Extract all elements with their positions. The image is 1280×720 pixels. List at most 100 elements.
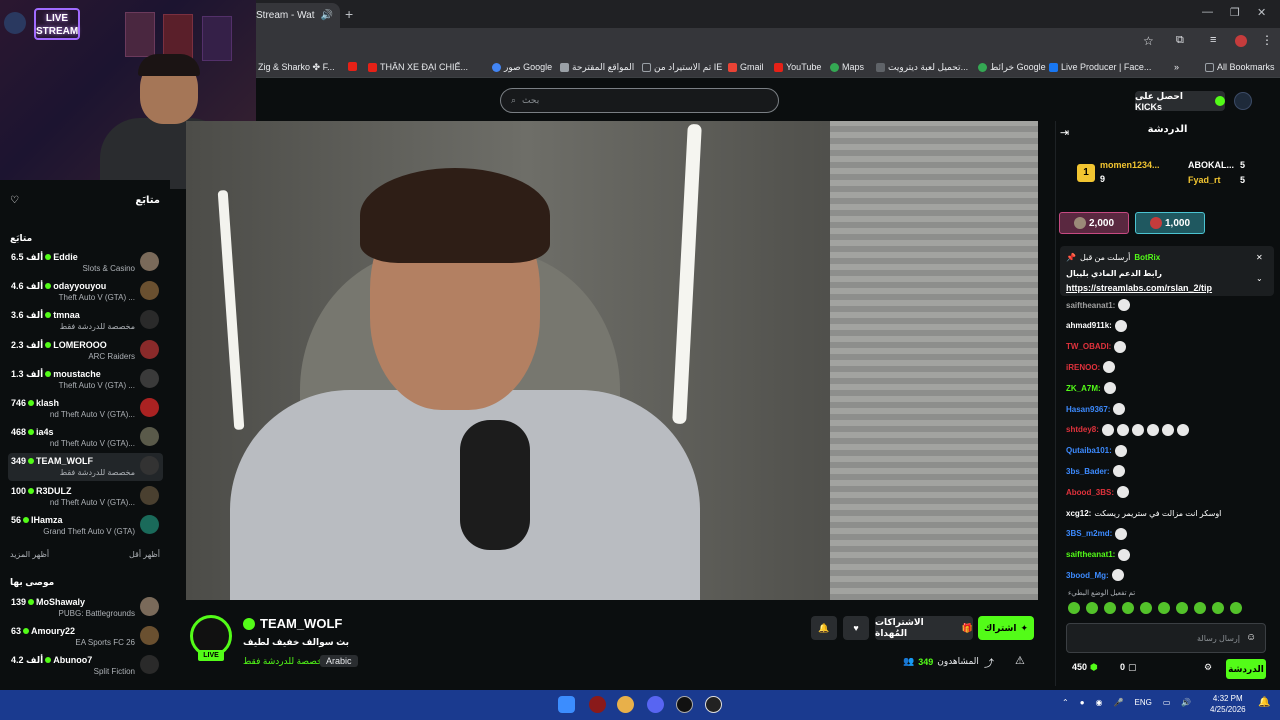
chat-username[interactable]: 3bood_Mg: bbox=[1066, 571, 1109, 580]
chat-username[interactable]: ahmad911k: bbox=[1066, 321, 1112, 330]
points-balance[interactable]: 450 ⬢ bbox=[1072, 662, 1098, 673]
emote-icon[interactable] bbox=[1194, 602, 1206, 614]
sidebar-channel-row[interactable]: 100 R3DULZ nd Theft Auto V (GTA)... bbox=[8, 483, 163, 511]
gift-subs-button[interactable]: الاشتراكات المُهداة 🎁 bbox=[875, 616, 973, 640]
sidebar-channel-row[interactable]: 56 IHamza Grand Theft Auto V (GTA) bbox=[8, 512, 163, 540]
mic-icon[interactable]: 🎤 bbox=[1114, 698, 1124, 707]
emote-icon[interactable] bbox=[1122, 602, 1134, 614]
chat-username[interactable]: 3bs_Bader: bbox=[1066, 467, 1110, 476]
bookmark-item[interactable]: Live Producer | Face... bbox=[1049, 62, 1151, 72]
sidebar-channel-row[interactable]: 468 ia4s nd Theft Auto V (GTA)... bbox=[8, 424, 163, 452]
chat-input[interactable]: إرسال رسالة bbox=[1066, 623, 1266, 653]
unpin-icon[interactable]: ✕ bbox=[1256, 253, 1263, 262]
sidebar-channel-row[interactable]: 139 MoShawaly PUBG: Battlegrounds bbox=[8, 594, 163, 622]
chevron-up-icon[interactable]: ⌃ bbox=[1062, 698, 1069, 707]
tray-app-icon[interactable]: ● bbox=[1080, 698, 1085, 707]
channel-name[interactable]: TEAM_WOLF bbox=[243, 616, 342, 631]
clock[interactable]: 4:32 PM 4/25/2026 bbox=[1210, 693, 1246, 715]
chat-username[interactable]: Hasan9367: bbox=[1066, 405, 1110, 414]
emoji-picker-icon[interactable]: ☺ bbox=[1246, 632, 1256, 643]
chrome-icon[interactable] bbox=[617, 696, 634, 713]
heart-icon[interactable]: ♡ bbox=[10, 195, 19, 206]
pinned-message[interactable]: 📌 أرسلت من قبل BotRix رابط الدعم المادي … bbox=[1060, 246, 1274, 296]
sidebar-channel-row[interactable]: 2.3 ألف LOMEROOO ARC Raiders bbox=[8, 337, 163, 365]
follow-heart-button[interactable]: ♥ bbox=[843, 616, 869, 640]
kicks-tier-2[interactable]: 1,000 bbox=[1135, 212, 1205, 234]
report-icon[interactable]: ⚠ bbox=[1015, 654, 1025, 667]
language-tag[interactable]: Arabic bbox=[320, 655, 358, 667]
close-window-icon[interactable]: ✕ bbox=[1257, 6, 1266, 19]
bookmark-item[interactable]: YouTube bbox=[774, 62, 821, 72]
share-icon[interactable]: ⤴ bbox=[984, 655, 994, 670]
bookmark-item[interactable]: تحميل لعبة ديترويت... bbox=[876, 62, 968, 73]
app-icon[interactable] bbox=[705, 696, 722, 713]
browser-tab[interactable]: Stream - Wat 🔊 ✕ bbox=[248, 3, 340, 28]
sidebar-channel-row[interactable]: 3.6 ألف tmnaa مخصصة للدردشة فقط bbox=[8, 307, 163, 335]
chat-username[interactable]: saiftheanat1: bbox=[1066, 301, 1115, 310]
bookmark-item[interactable]: صور Google bbox=[492, 62, 552, 73]
sidebar-channel-row[interactable]: 6.5 ألف Eddie Slots & Casino bbox=[8, 249, 163, 277]
chat-username[interactable]: 3BS_m2md: bbox=[1066, 529, 1112, 538]
bookmark-item[interactable]: Maps bbox=[830, 62, 864, 72]
chat-username[interactable]: saiftheanat1: bbox=[1066, 550, 1115, 559]
search-input[interactable]: ⌕ بحث bbox=[500, 88, 779, 113]
emote-icon[interactable] bbox=[1230, 602, 1242, 614]
kicks-tier-1[interactable]: 2,000 bbox=[1059, 212, 1129, 234]
emote-icon[interactable] bbox=[1140, 602, 1152, 614]
media-control-icon[interactable]: ≡ bbox=[1210, 34, 1216, 46]
sidebar-channel-row[interactable]: 349 TEAM_WOLF مخصصة للدردشة فقط bbox=[8, 453, 163, 482]
show-more-link[interactable]: أظهر المزيد bbox=[10, 550, 49, 559]
emote-icon[interactable] bbox=[1158, 602, 1170, 614]
menu-kebab-icon[interactable]: ⋮ bbox=[1261, 33, 1273, 47]
notification-bell-icon[interactable]: 🔔 bbox=[1258, 697, 1270, 708]
bookmark-item[interactable]: المواقع المقترحة bbox=[560, 62, 634, 73]
user-avatar[interactable] bbox=[1234, 92, 1252, 110]
bookmark-item[interactable]: Gmail bbox=[728, 62, 764, 72]
bookmark-item[interactable]: THĂN XE ĐẠI CHIẾ... bbox=[368, 62, 468, 72]
sidebar-channel-row[interactable]: 4.2 ألف Abunoo7 Split Fiction bbox=[8, 652, 163, 680]
chat-username[interactable]: TW_OBADI: bbox=[1066, 342, 1111, 351]
volume-icon[interactable]: 🔊 bbox=[1181, 698, 1191, 707]
restore-icon[interactable]: ❐ bbox=[1230, 6, 1240, 19]
bookmark-item[interactable] bbox=[348, 62, 357, 71]
chat-username[interactable]: Qutaiba101: bbox=[1066, 446, 1112, 455]
bookmark-item[interactable]: تم الاستيراد من IE bbox=[642, 62, 722, 73]
chat-username[interactable]: shtdey8: bbox=[1066, 425, 1099, 434]
tray-app-icon[interactable]: ◉ bbox=[1096, 698, 1103, 707]
discord-icon[interactable] bbox=[647, 696, 664, 713]
collapse-chat-icon[interactable]: ⇥ bbox=[1060, 126, 1069, 139]
settings-icon[interactable]: ⚙ bbox=[1204, 662, 1212, 673]
bookmark-star-icon[interactable]: ☆ bbox=[1143, 34, 1154, 48]
subscribe-button[interactable]: اشتراك ✦ bbox=[978, 616, 1034, 640]
emote-icon[interactable] bbox=[1068, 602, 1080, 614]
sidebar-channel-row[interactable]: 4.6 ألف odayyouyou Theft Auto V (GTA) ... bbox=[8, 278, 163, 306]
notification-bell-button[interactable]: 🔔 bbox=[811, 616, 837, 640]
kicks-balance[interactable]: 0 ▢ bbox=[1120, 662, 1137, 673]
new-tab-button[interactable]: + bbox=[345, 6, 353, 22]
close-tab-icon[interactable]: ✕ bbox=[339, 9, 340, 22]
sidebar-channel-row[interactable]: 1.3 ألف moustache Theft Auto V (GTA) ... bbox=[8, 366, 163, 394]
chat-username[interactable]: xcg12: bbox=[1066, 509, 1091, 518]
app-icon[interactable] bbox=[589, 696, 606, 713]
profile-avatar[interactable] bbox=[1235, 35, 1247, 47]
category-link[interactable]: مخصصة للدردشة فقط bbox=[243, 656, 328, 667]
minimize-icon[interactable]: — bbox=[1202, 6, 1213, 18]
emote-icon[interactable] bbox=[1176, 602, 1188, 614]
chat-username[interactable]: Abood_3BS: bbox=[1066, 488, 1114, 497]
language-indicator[interactable]: ENG bbox=[1135, 698, 1152, 707]
emote-icon[interactable] bbox=[1104, 602, 1116, 614]
get-kicks-button[interactable]: احصل على KICKs bbox=[1135, 91, 1225, 112]
network-icon[interactable]: ▭ bbox=[1163, 698, 1171, 707]
chat-username[interactable]: iRENOO: bbox=[1066, 363, 1100, 372]
show-less-link[interactable]: أظهر أقل bbox=[129, 550, 160, 559]
sidebar-channel-row[interactable]: 63 Amoury22 EA Sports FC 26 bbox=[8, 623, 163, 651]
speaker-icon[interactable]: 🔊 bbox=[321, 10, 333, 21]
chat-username[interactable]: ZK_A7M: bbox=[1066, 384, 1101, 393]
obs-icon[interactable] bbox=[676, 696, 693, 713]
emote-icon[interactable] bbox=[1212, 602, 1224, 614]
bookmark-item[interactable]: All Bookmarks bbox=[1205, 62, 1275, 72]
start-icon[interactable] bbox=[558, 696, 575, 713]
sidebar-channel-row[interactable]: 746 klash nd Theft Auto V (GTA)... bbox=[8, 395, 163, 423]
bookmark-item[interactable]: خرائط Google bbox=[978, 62, 1046, 73]
extensions-icon[interactable]: ⧉ bbox=[1176, 34, 1184, 47]
